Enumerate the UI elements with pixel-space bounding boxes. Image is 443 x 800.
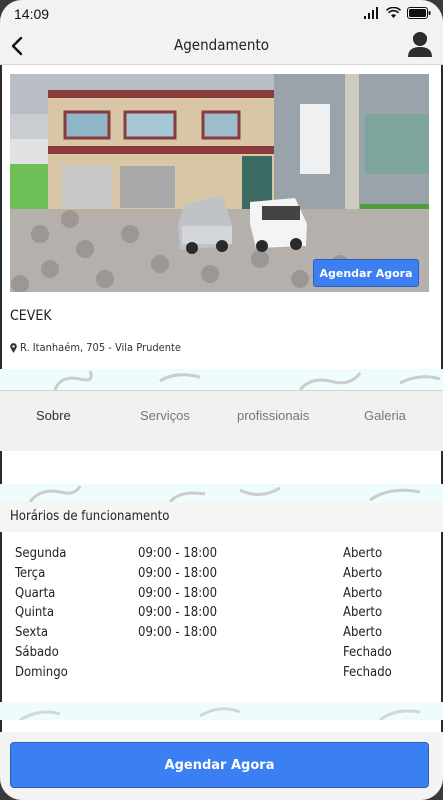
tab-servicos[interactable]: Serviços <box>140 408 190 423</box>
hours-status: Aberto <box>343 586 383 601</box>
business-address: R. Itanhaém, 705 - Vila Prudente <box>10 341 181 354</box>
hours-title: Horários de funcionamento <box>10 509 170 524</box>
hours-time: 09:00 - 18:00 <box>138 605 218 620</box>
status-icons <box>364 7 431 19</box>
hours-day: Sábado <box>15 645 59 660</box>
wave-pattern-icon <box>19 707 421 720</box>
hours-status: Fechado <box>343 665 392 680</box>
hours-row: Sábado Fechado <box>0 645 443 665</box>
status-bar: 14:09 <box>0 0 443 28</box>
battery-icon <box>407 7 431 19</box>
hours-row: Quarta 09:00 - 18:00 Aberto <box>0 586 443 606</box>
hours-time: 09:00 - 18:00 <box>138 546 218 561</box>
business-name: CEVEK <box>10 308 52 324</box>
hours-status: Aberto <box>343 605 383 620</box>
hours-row: Domingo Fechado <box>0 665 443 685</box>
hours-row: Quinta 09:00 - 18:00 Aberto <box>0 605 443 625</box>
page-title: Agendamento <box>173 36 270 54</box>
hours-time: 09:00 - 18:00 <box>138 586 218 601</box>
wave-pattern-icon <box>28 485 421 502</box>
user-profile-icon[interactable] <box>407 30 433 58</box>
hours-row: Sexta 09:00 - 18:00 Aberto <box>0 625 443 645</box>
hours-day: Domingo <box>15 665 68 680</box>
tab-profissionais[interactable]: profissionais <box>237 408 309 423</box>
location-pin-icon <box>10 342 17 353</box>
hours-day: Terça <box>15 566 46 581</box>
signal-icon <box>364 7 378 19</box>
hours-day: Sexta <box>15 625 49 640</box>
hours-row: Terça 09:00 - 18:00 Aberto <box>0 566 443 586</box>
hours-status: Aberto <box>343 625 383 640</box>
hours-day: Quinta <box>15 605 55 620</box>
hours-day: Quarta <box>15 586 56 601</box>
wifi-icon <box>386 7 401 18</box>
wave-pattern-icon <box>53 370 441 390</box>
hours-time: 09:00 - 18:00 <box>138 566 218 581</box>
decorative-band <box>0 702 443 720</box>
photo-book-now-button[interactable]: Agendar Agora <box>313 259 419 287</box>
app-header: Agendamento <box>0 28 443 65</box>
hours-time: 09:00 - 18:00 <box>138 625 218 640</box>
decorative-band <box>0 369 443 390</box>
tab-bar: Sobre Serviços profissionais Galeria <box>0 390 443 451</box>
address-text: R. Itanhaém, 705 - Vila Prudente <box>20 341 181 354</box>
book-now-button[interactable]: Agendar Agora <box>10 742 429 788</box>
hours-header: Horários de funcionamento <box>0 502 443 532</box>
hours-status: Fechado <box>343 645 392 660</box>
hours-day: Segunda <box>15 546 67 561</box>
tab-galeria[interactable]: Galeria <box>364 408 406 423</box>
hours-row: Segunda 09:00 - 18:00 Aberto <box>0 546 443 566</box>
status-time: 14:09 <box>14 6 50 22</box>
phone-screen: 14:09 Agendamento Agendar Agora CEVEK R.… <box>0 0 443 800</box>
decorative-band <box>0 484 443 502</box>
hours-status: Aberto <box>343 546 383 561</box>
tab-sobre[interactable]: Sobre <box>36 408 71 423</box>
hours-status: Aberto <box>343 566 383 581</box>
